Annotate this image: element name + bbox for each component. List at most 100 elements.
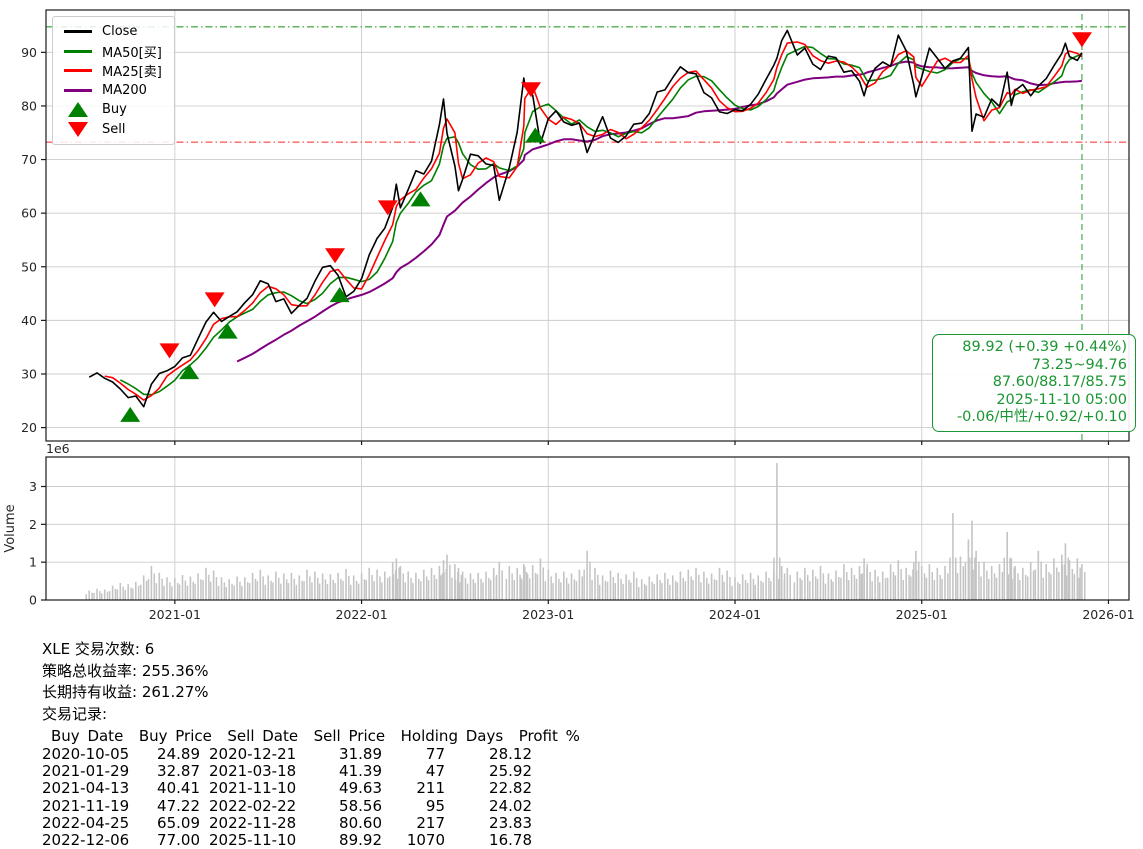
legend-line-swatch	[61, 49, 95, 53]
holding-days: 95	[425, 796, 445, 815]
sell-price: 58.56	[339, 796, 382, 815]
sell-date: 2022-11-28	[209, 813, 297, 832]
trade-log-title: 交易记录:	[42, 705, 108, 724]
holding-days: 77	[425, 744, 445, 763]
sell-markers	[159, 32, 1092, 359]
sell-date: 2025-11-10	[209, 831, 297, 849]
buy-date: 2021-11-19	[42, 796, 130, 815]
holding-days: 211	[416, 779, 445, 798]
line-swatch	[64, 49, 92, 53]
summary-block: XLE 交易次数: 6 策略总收益率: 255.36% 长期持有收益: 261.…	[42, 639, 1102, 849]
hold-return-line: 长期持有收益: 261.27%	[42, 683, 209, 702]
holding-days: 47	[425, 761, 445, 780]
volume-tick-label: 3	[29, 479, 37, 494]
annotation-ma-line: 87.60/88.17/85.75	[992, 374, 1127, 390]
profit-pct: 16.78	[489, 831, 532, 849]
buy-marker	[410, 191, 431, 207]
date-tick-label: 2026-01	[1082, 607, 1134, 622]
volume-scale-label: 1e6	[46, 441, 70, 456]
price-tick-label: 40	[21, 313, 37, 328]
buy-price: 24.89	[157, 744, 200, 763]
buy-date: 2021-04-13	[42, 779, 130, 798]
price-tick-label: 60	[21, 206, 37, 221]
line-swatch	[64, 69, 92, 73]
annotation-range-line: 73.25~94.76	[1031, 356, 1127, 373]
price-tick-label: 20	[21, 420, 37, 435]
sell-triangle-icon	[68, 121, 88, 137]
grid-lines	[46, 10, 1129, 600]
trade-row: 2021-01-29 32.87 2021-03-18 41.39 47 25.92	[42, 761, 1102, 780]
legend-item-buy: Buy	[61, 100, 162, 120]
legend-marker-swatch	[61, 121, 95, 137]
sell-marker	[1071, 32, 1092, 48]
date-tick-label: 2022-01	[335, 607, 387, 622]
buy-price: 77.00	[157, 831, 200, 849]
price-tick-label: 30	[21, 366, 37, 381]
sell-marker	[325, 248, 346, 264]
buy-date: 2022-12-06	[42, 831, 130, 849]
strategy-return-line: 策略总收益率: 255.36%	[42, 661, 209, 680]
sell-marker	[159, 343, 180, 359]
date-tick-label: 2024-01	[709, 607, 761, 622]
trade-row: 2021-11-19 47.22 2022-02-22 58.56 95 24.02	[42, 796, 1102, 815]
legend-label: MA200	[102, 82, 147, 98]
buy-marker	[329, 287, 350, 303]
quote-annotation-box: 89.92 (+0.39 +0.44%) 73.25~94.76 87.60/8…	[932, 334, 1136, 432]
buy-price: 47.22	[157, 796, 200, 815]
legend-label: Buy	[102, 102, 127, 118]
sell-price: 49.63	[339, 779, 382, 798]
legend-line-swatch	[61, 30, 95, 34]
buy-marker	[120, 406, 141, 422]
volume-bars	[85, 463, 1086, 600]
sell-price: 41.39	[339, 761, 382, 780]
price-tick-label: 50	[21, 259, 37, 274]
price-tick-label: 80	[21, 98, 37, 113]
legend-marker-swatch	[61, 102, 95, 118]
profit-pct: 25.92	[489, 761, 532, 780]
legend-label: MA25[卖]	[102, 65, 162, 81]
buy-price: 32.87	[157, 761, 200, 780]
sell-price: 31.89	[339, 744, 382, 763]
legend-item-ma200: MA200	[61, 81, 162, 101]
legend-item-sell: Sell	[61, 120, 162, 140]
annotation-signal-line: -0.06/中性/+0.92/+0.10	[956, 409, 1127, 425]
annotation-datetime: 2025-11-10 05:00	[996, 391, 1127, 408]
profit-pct: 23.83	[489, 813, 532, 832]
sell-date: 2022-02-22	[209, 796, 297, 815]
legend-item-close: Close	[61, 22, 162, 42]
buy-date: 2022-04-25	[42, 813, 130, 832]
profit-pct: 24.02	[489, 796, 532, 815]
sell-marker	[520, 82, 541, 98]
trade-row: 2022-04-25 65.09 2022-11-28 80.60 217 23.83	[42, 813, 1102, 832]
trade-table: 2020-10-05 24.89 2020-12-21 31.89 77 28.12 202…	[42, 744, 1102, 849]
line-swatch	[64, 30, 92, 34]
legend-label: Sell	[102, 121, 126, 137]
volume-tick-label: 0	[29, 593, 37, 608]
sell-price: 80.60	[339, 813, 382, 832]
legend-item-ma50: MA50[买]	[61, 42, 162, 62]
buy-date: 2021-01-29	[42, 761, 130, 780]
holding-days: 217	[416, 813, 445, 832]
date-tick-label: 2021-01	[149, 607, 201, 622]
volume-tick-label: 2	[29, 517, 37, 532]
legend-label: MA50[买]	[102, 45, 162, 61]
buy-price: 65.09	[157, 813, 200, 832]
figure: 20 30 40 50 60 70 80 90 0 1 2 3 2021-01 2022-01 2023-0…	[0, 0, 1143, 849]
date-tick-label: 2023-01	[522, 607, 574, 622]
annotation-price-line: 89.92 (+0.39 +0.44%)	[962, 339, 1127, 355]
trade-row: 2020-10-05 24.89 2020-12-21 31.89 77 28.12	[42, 744, 1102, 763]
legend-line-swatch	[61, 69, 95, 73]
volume-axis-label: Volume	[3, 504, 18, 552]
trade-row: 2022-12-06 77.00 2025-11-10 89.92 1070 16.78	[42, 831, 1102, 849]
price-tick-label: 70	[21, 152, 37, 167]
trade-row: 2021-04-13 40.41 2021-11-10 49.63 211 22.82	[42, 779, 1102, 798]
price-tick-label: 90	[21, 45, 37, 60]
volume-tick-label: 1	[29, 555, 37, 570]
line-swatch	[64, 88, 92, 92]
profit-pct: 22.82	[489, 779, 532, 798]
date-tick-label: 2025-01	[896, 607, 948, 622]
sell-marker	[204, 292, 225, 308]
holding-days: 1070	[406, 831, 445, 849]
sell-date: 2021-03-18	[209, 761, 297, 780]
sell-price: 89.92	[339, 831, 382, 849]
